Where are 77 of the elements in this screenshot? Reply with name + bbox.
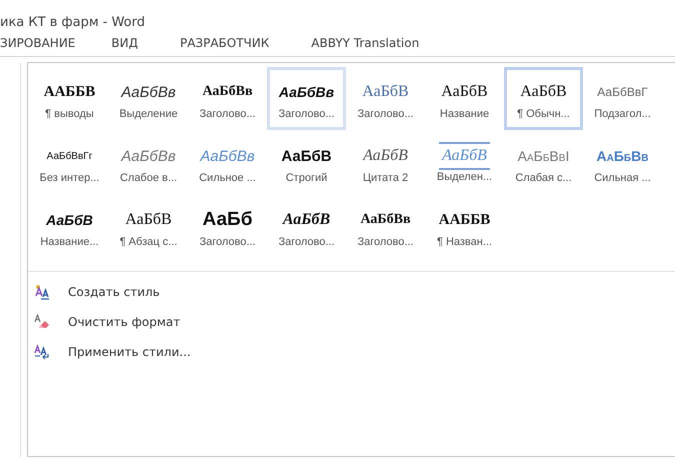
style-name: Цитата 2 (362, 172, 408, 184)
style-preview: АаБбВ (281, 148, 332, 164)
ribbon-tab[interactable]: РАЗРАБОТЧИК (180, 36, 270, 50)
style-item[interactable]: АаБбВвГг Без интер... (30, 131, 109, 194)
style-name: Без интер... (40, 172, 100, 184)
ribbon-tab[interactable]: ABBYY Translation (311, 36, 420, 50)
ribbon-tab[interactable]: ВИД (111, 36, 138, 50)
style-preview: АаБбВвГг (46, 150, 92, 162)
style-name: ¶ Назван... (436, 236, 492, 248)
style-preview: АаБбВ (362, 83, 409, 101)
style-item[interactable]: ААББВ ¶ выводы (30, 67, 109, 130)
style-item[interactable]: АаБбВ Заголово... (346, 67, 425, 130)
style-item[interactable]: ААББВ ¶ Назван... (425, 195, 504, 258)
style-name: ¶ Обычн... (517, 108, 570, 120)
style-preview: АаБбВв (278, 84, 334, 100)
style-name: Заголово... (357, 236, 414, 248)
menu-item[interactable]: Создать стиль (68, 285, 160, 299)
style-preview: АаБбВ (363, 147, 408, 165)
style-item[interactable]: АаБбВ ¶ Обычн... (504, 67, 583, 130)
apply-styles-icon (34, 344, 50, 360)
style-name: Заголово... (278, 236, 335, 248)
style-item[interactable]: АаБб Заголово... (188, 195, 267, 258)
style-name: Строгий (286, 172, 328, 184)
style-item[interactable]: АаБбВ Заголово... (267, 195, 346, 258)
style-item[interactable]: АаБбВ Строгий (267, 131, 346, 194)
style-name: ¶ Абзац с... (120, 236, 178, 248)
menu-item[interactable]: Очистить формат (68, 315, 180, 329)
style-name: Название... (40, 236, 99, 248)
style-name: ¶ выводы (45, 108, 94, 120)
style-item[interactable]: АаБбВ ¶ Абзац с... (109, 195, 188, 258)
style-item[interactable]: АаБбВ Выделен... (425, 131, 504, 194)
style-name: Выделение (119, 108, 178, 120)
style-preview: АаБб (202, 209, 252, 231)
style-name: Подзагол... (594, 108, 651, 120)
style-preview: АаБбВ (46, 212, 93, 228)
style-item[interactable]: АаБбВв Заголово... (188, 67, 267, 130)
style-name: Выделен... (436, 171, 492, 183)
style-preview: АаБбВ (442, 147, 487, 165)
style-item[interactable]: АаБбВв Сильное ... (188, 131, 267, 194)
style-item[interactable]: АаБбВвI Слабая с... (504, 131, 583, 194)
style-item[interactable]: АаБбВв Заголово... (267, 67, 346, 130)
style-item[interactable]: АаБбВ Цитата 2 (346, 131, 425, 194)
style-name: Сильное ... (199, 172, 256, 184)
style-preview: АаБбВ (441, 83, 488, 101)
style-name: Слабая с... (515, 172, 572, 184)
style-name: Название (440, 108, 490, 120)
style-name: Заголово... (199, 236, 256, 248)
eraser-icon (34, 314, 50, 330)
new-style-icon (34, 284, 50, 300)
style-item[interactable]: АаБбВв Слабое в... (109, 131, 188, 194)
style-item[interactable]: АаБбВ Название (425, 67, 504, 130)
style-name: Заголово... (199, 108, 256, 120)
style-preview: АаБбВвГ (597, 85, 648, 99)
style-name: Заголово... (357, 108, 414, 120)
style-preview: АаБбВв (596, 148, 648, 164)
style-preview: АаБбВ (520, 83, 567, 101)
style-item[interactable]: АаБбВв Выделение (109, 67, 188, 130)
style-item[interactable]: АаБбВвГ Подзагол... (583, 67, 662, 130)
style-name: Сильная ... (594, 172, 651, 184)
style-preview: АаБбВвI (518, 148, 570, 164)
style-item[interactable]: АаБбВв Сильная ... (583, 131, 662, 194)
style-preview: ААББВ (44, 84, 96, 100)
style-preview: АаБбВв (121, 148, 176, 164)
style-item[interactable]: АаБбВ Название... (30, 195, 109, 258)
style-preview: АаБбВв (202, 84, 253, 100)
style-preview: АаБбВв (360, 212, 411, 228)
window-title: ика КТ в фарм - Word (0, 15, 146, 30)
style-preview: АаБбВ (125, 211, 172, 229)
ribbon-tab[interactable]: ЗИРОВАНИЕ (0, 36, 76, 50)
menu-item[interactable]: Применить стили... (68, 345, 191, 359)
style-name: Слабое в... (120, 172, 178, 184)
style-name: Заголово... (278, 108, 335, 120)
style-preview: АаБбВв (200, 148, 255, 164)
style-preview: ААББВ (438, 212, 490, 228)
style-preview: АаБбВв (121, 84, 176, 100)
style-item[interactable]: АаБбВв Заголово... (346, 195, 425, 258)
style-preview: АаБбВ (282, 211, 330, 229)
